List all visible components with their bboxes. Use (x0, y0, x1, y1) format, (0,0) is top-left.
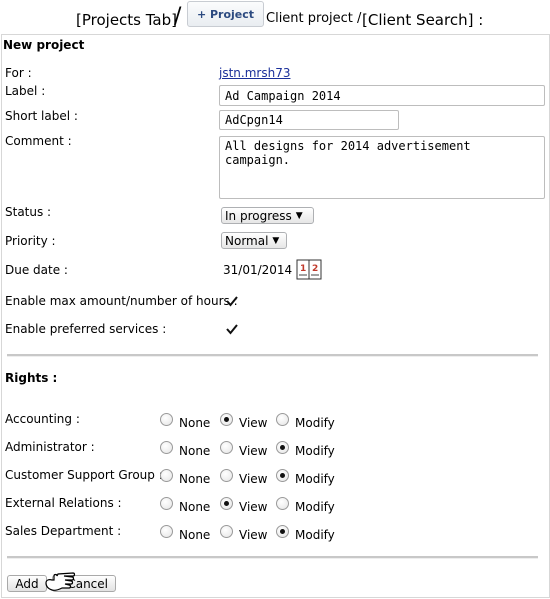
breadcrumb-client-project: Client project / (266, 11, 362, 26)
radio-modify[interactable] (276, 497, 289, 510)
priority-select[interactable]: Normal ▼ (221, 232, 287, 249)
label-input[interactable] (219, 85, 545, 106)
enable-max-label: Enable max amount/number of hours : (5, 294, 238, 308)
due-date-value: 31/01/2014 (223, 263, 293, 277)
divider (7, 354, 538, 357)
radio-none[interactable] (160, 413, 173, 426)
status-select[interactable]: In progress ▼ (221, 207, 314, 224)
radio-modify[interactable] (276, 441, 289, 454)
add-button[interactable]: Add (7, 575, 47, 592)
breadcrumb-projects-tab[interactable]: [Projects Tab] (76, 11, 177, 29)
enable-max-checkbox[interactable] (225, 294, 239, 308)
radio-modify[interactable] (276, 525, 289, 538)
radio-view[interactable] (220, 469, 233, 482)
rights-group-label: Administrator : (5, 440, 95, 454)
radio-label-none: None (179, 500, 211, 514)
short-label-label: Short label : (5, 109, 78, 123)
radio-label-view: View (239, 416, 268, 430)
svg-text:1: 1 (300, 264, 306, 274)
for-label: For : (5, 66, 32, 80)
radio-label-none: None (179, 472, 211, 486)
enable-preferred-checkbox[interactable] (225, 322, 239, 336)
radio-view[interactable] (220, 525, 233, 538)
chevron-down-icon: ▼ (272, 235, 280, 246)
form-title: New project (3, 38, 85, 52)
radio-label-view: View (239, 500, 268, 514)
radio-label-view: View (239, 528, 268, 542)
radio-label-modify: Modify (295, 472, 335, 486)
radio-view[interactable] (220, 497, 233, 510)
due-date-label: Due date : (5, 263, 68, 277)
short-label-input[interactable] (219, 110, 399, 130)
breadcrumb-separator: / (174, 4, 182, 29)
enable-preferred-label: Enable preferred services : (5, 322, 167, 336)
comment-textarea[interactable] (219, 136, 545, 199)
radio-modify[interactable] (276, 413, 289, 426)
rights-title: Rights : (5, 371, 58, 385)
project-button[interactable]: + Project (187, 1, 264, 27)
radio-none[interactable] (160, 497, 173, 510)
breadcrumb-client-search[interactable]: [Client Search] : (362, 11, 483, 29)
radio-label-view: View (239, 472, 268, 486)
label-label: Label : (5, 84, 46, 98)
radio-label-modify: Modify (295, 416, 335, 430)
status-label: Status : (5, 205, 52, 219)
radio-label-modify: Modify (295, 444, 335, 458)
svg-text:2: 2 (312, 264, 318, 274)
radio-label-none: None (179, 444, 211, 458)
radio-none[interactable] (160, 441, 173, 454)
for-user-link[interactable]: jstn.mrsh73 (219, 66, 290, 80)
radio-label-modify: Modify (295, 500, 335, 514)
status-select-value: In progress (225, 208, 292, 223)
checkmark-icon (226, 296, 238, 307)
calendar-icon[interactable]: 1 2 (296, 259, 322, 280)
radio-modify[interactable] (276, 469, 289, 482)
priority-select-value: Normal (225, 233, 269, 248)
comment-label: Comment : (5, 134, 72, 148)
rights-group-label: Accounting : (5, 412, 80, 426)
radio-view[interactable] (220, 413, 233, 426)
radio-label-modify: Modify (295, 528, 335, 542)
hand-cursor-icon (44, 565, 78, 595)
radio-none[interactable] (160, 469, 173, 482)
divider (7, 556, 538, 559)
radio-label-view: View (239, 444, 268, 458)
radio-label-none: None (179, 528, 211, 542)
rights-group-label: External Relations : (5, 496, 122, 510)
radio-label-none: None (179, 416, 211, 430)
rights-group-label: Sales Department : (5, 524, 122, 538)
checkmark-icon (226, 324, 238, 335)
chevron-down-icon: ▼ (295, 210, 303, 221)
rights-group-label: Customer Support Group : (5, 468, 163, 482)
radio-none[interactable] (160, 525, 173, 538)
radio-view[interactable] (220, 441, 233, 454)
priority-label: Priority : (5, 234, 56, 248)
